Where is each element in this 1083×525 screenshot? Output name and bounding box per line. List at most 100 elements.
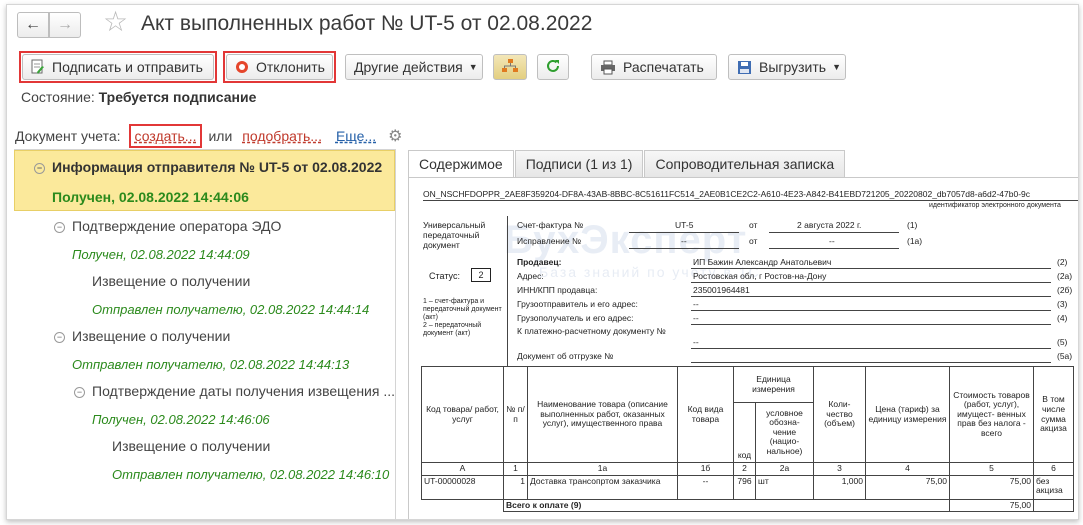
arrow-right-icon: → [57, 16, 73, 33]
tab-content[interactable]: Содержимое [408, 150, 514, 179]
gear-icon[interactable]: ⚙ [388, 126, 402, 146]
other-actions-button[interactable]: Другие действия ▼ [345, 54, 483, 80]
col-header: Цена (тариф) за единицу измерения [865, 366, 950, 463]
print-button[interactable]: Распечатать [591, 54, 717, 80]
tree-item[interactable]: − Информация отправителя № UT-5 от 02.08.… [34, 159, 382, 175]
col-number: 6 [1033, 462, 1074, 476]
pick-link[interactable]: подобрать... [242, 128, 322, 144]
code-5: (5) [1057, 337, 1068, 347]
cell-num: 1 [503, 474, 528, 500]
structure-icon [501, 58, 519, 77]
goods-table: Код товара/ работ, услуг № п/п Наименова… [421, 366, 1074, 513]
cell-cost: 75,00 [949, 474, 1034, 500]
from-label: от [749, 236, 758, 246]
total-value: 75,00 [949, 498, 1034, 513]
shipment-doc-label: Документ об отгрузке № [517, 351, 614, 361]
arrow-left-icon: ← [25, 16, 41, 33]
tree-item[interactable]: − Подтверждение оператора ЭДО [54, 218, 281, 234]
underline [691, 324, 1051, 325]
save-disk-icon [737, 60, 752, 75]
or-text: или [208, 128, 233, 144]
print-label: Распечатать [623, 59, 704, 75]
col-header: В том числе сумма акциза [1033, 366, 1074, 463]
correction-number: -- [681, 236, 687, 246]
create-link[interactable]: создать... [135, 128, 197, 144]
underline [691, 362, 1051, 363]
consignee-value: -- [693, 313, 699, 323]
shipper-label: Грузоотправитель и его адрес: [517, 299, 638, 309]
col-number: А [421, 462, 504, 476]
invoice-number: UT-5 [675, 220, 694, 230]
col-header: Коли- чество (объем) [813, 366, 866, 463]
cell-unit-code: 796 [733, 474, 756, 500]
total-row: Всего к оплате (9) 75,00 [421, 498, 1074, 513]
structure-button[interactable] [493, 54, 527, 80]
collapse-icon[interactable]: − [74, 387, 85, 398]
col-header: Код вида товара [677, 366, 734, 463]
highlight-frame [223, 51, 336, 83]
collapse-icon[interactable]: − [34, 163, 45, 174]
export-button[interactable]: Выгрузить ▼ [728, 54, 846, 80]
col-header: код [733, 402, 756, 463]
tree-item[interactable]: − Подтверждение даты получения извещения … [74, 383, 395, 399]
state-value: Требуется подписание [98, 89, 257, 105]
tab-signatures[interactable]: Подписи (1 из 1) [514, 150, 644, 177]
underline [691, 268, 1051, 269]
cell-price: 75,00 [865, 474, 950, 500]
file-id: ON_NSCHFDOPPR_2AE8F359204-DF8A-43AB-8BBC… [423, 189, 1031, 199]
col-header: Наименование товара (описание выполненны… [527, 366, 678, 463]
collapse-icon[interactable]: − [54, 332, 65, 343]
cell-excise: без акциза [1033, 474, 1074, 500]
refresh-button[interactable] [537, 54, 569, 80]
invoice-date: 2 августа 2022 г. [797, 220, 862, 230]
tree-item-title[interactable]: Извещение о получении [92, 273, 250, 289]
back-button[interactable]: ← [17, 12, 49, 38]
tree-item-title[interactable]: Извещение о получении [112, 438, 270, 454]
cell-kind: -- [677, 474, 734, 500]
favorite-star-icon[interactable]: ☆ [103, 8, 128, 36]
tab-cover-note[interactable]: Сопроводительная записка [644, 150, 846, 177]
underline [691, 348, 1051, 349]
code-2a: (2а) [1057, 271, 1073, 281]
window-title: Акт выполненных работ № UT-5 от 02.08.20… [141, 12, 593, 35]
tree-item-title: Подтверждение даты получения извещения .… [92, 383, 396, 399]
accounting-label: Документ учета: [15, 128, 121, 144]
state-label: Состояние: [21, 89, 95, 105]
address-label: Адрес: [517, 271, 544, 281]
exchange-tree: − Информация отправителя № UT-5 от 02.08.… [14, 149, 396, 519]
collapse-icon[interactable]: − [54, 222, 65, 233]
cell-qty: 1,000 [813, 474, 866, 500]
payment-doc-label: К платежно-расчетному документу № [517, 326, 666, 336]
col-header: Единица измерения [733, 366, 814, 403]
create-link-frame: создать... [128, 124, 203, 148]
col-number: 2 [733, 462, 756, 476]
status-note: 1 – счет-фактура и передаточный документ… [423, 298, 502, 338]
status-value: 2 [471, 268, 491, 282]
from-label: от [749, 220, 758, 230]
col-number: 5 [949, 462, 1034, 476]
table-row: UT-00000028 1 Доставка трансопртом заказ… [421, 474, 1074, 500]
shipper-value: -- [693, 299, 699, 309]
col-number: 4 [865, 462, 950, 476]
col-number: 1 [503, 462, 528, 476]
file-id-underline [423, 200, 1078, 201]
code-5a: (5а) [1057, 351, 1073, 361]
dropdown-arrow-icon: ▼ [468, 62, 478, 72]
tree-item[interactable]: − Извещение о получении [54, 328, 230, 344]
dropdown-arrow-icon: ▼ [832, 62, 842, 72]
underline [629, 248, 739, 249]
export-label: Выгрузить [759, 59, 827, 75]
tree-item-status: Отправлен получателю, 02.08.2022 14:44:1… [72, 357, 350, 372]
payment-doc-value: -- [693, 337, 699, 347]
refresh-icon [545, 58, 561, 77]
col-header: Код товара/ работ, услуг [421, 366, 504, 463]
cell-code: UT-00000028 [421, 474, 504, 500]
more-link[interactable]: Еще... [336, 128, 376, 144]
underline [691, 310, 1051, 311]
underline [691, 296, 1051, 297]
tree-item-title: Информация отправителя № UT-5 от 02.08.2… [52, 159, 383, 175]
correction-label: Исправление № [517, 236, 582, 246]
underline [769, 232, 899, 233]
forward-button[interactable]: → [49, 12, 81, 38]
tree-item-title: Извещение о получении [72, 328, 231, 344]
